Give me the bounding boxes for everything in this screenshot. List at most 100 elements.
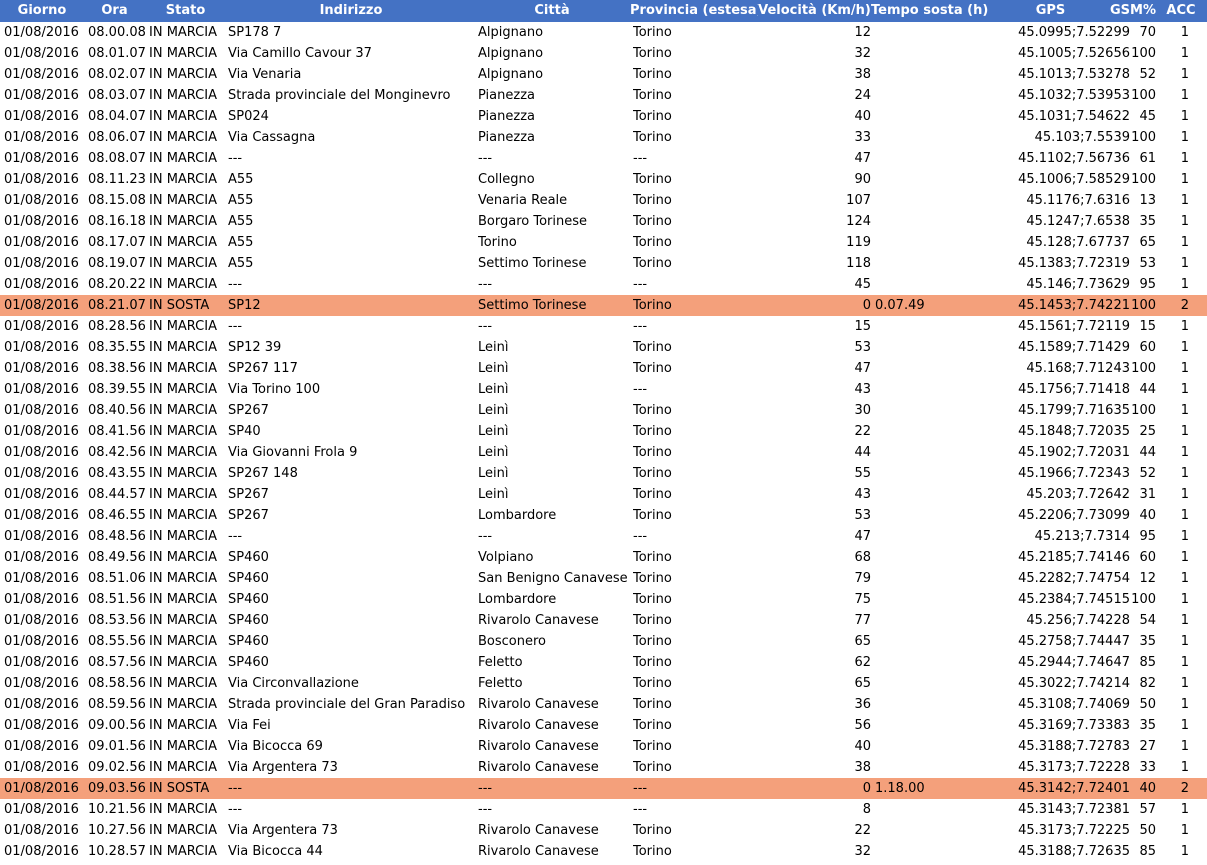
cell-tempo-sosta[interactable] — [875, 484, 985, 505]
cell-indirizzo[interactable]: Via Argentera 73 — [228, 820, 474, 841]
cell-tempo-sosta[interactable] — [875, 379, 985, 400]
table-row[interactable]: 01/08/2016 08.28.56 IN MARCIA --- --- --- 15 45… — [0, 316, 1207, 337]
cell-citta[interactable]: Rivarolo Canavese — [478, 610, 630, 631]
cell-ora[interactable]: 08.55.56 — [88, 631, 145, 652]
cell-citta[interactable]: Pianezza — [478, 106, 630, 127]
table-row[interactable]: 01/08/2016 08.06.07 IN MARCIA Via Cassagna P… — [0, 127, 1207, 148]
cell-stato[interactable]: IN MARCIA — [149, 22, 225, 43]
cell-velocita[interactable]: 44 — [756, 442, 871, 463]
cell-tempo-sosta[interactable] — [875, 127, 985, 148]
cell-acc[interactable]: 1 — [1160, 463, 1189, 484]
cell-acc[interactable]: 1 — [1160, 673, 1189, 694]
cell-citta[interactable]: Venaria Reale — [478, 190, 630, 211]
cell-acc[interactable]: 1 — [1160, 232, 1189, 253]
cell-acc[interactable]: 1 — [1160, 757, 1189, 778]
cell-stato[interactable]: IN MARCIA — [149, 400, 225, 421]
cell-gsm[interactable]: 13 — [1100, 190, 1156, 211]
cell-citta[interactable]: Settimo Torinese — [478, 253, 630, 274]
cell-provincia[interactable]: --- — [633, 526, 755, 547]
cell-citta[interactable]: Volpiano — [478, 547, 630, 568]
cell-tempo-sosta[interactable] — [875, 169, 985, 190]
cell-giorno[interactable]: 01/08/2016 — [4, 757, 84, 778]
table-row[interactable]: 01/08/2016 08.40.56 IN MARCIA SP267 Leinì Tor… — [0, 400, 1207, 421]
cell-velocita[interactable]: 33 — [756, 127, 871, 148]
cell-ora[interactable]: 08.08.07 — [88, 148, 145, 169]
cell-velocita[interactable]: 24 — [756, 85, 871, 106]
cell-ora[interactable]: 08.38.56 — [88, 358, 145, 379]
cell-acc[interactable]: 1 — [1160, 442, 1189, 463]
cell-indirizzo[interactable]: SP460 — [228, 652, 474, 673]
cell-acc[interactable]: 1 — [1160, 169, 1189, 190]
cell-provincia[interactable]: Torino — [633, 211, 755, 232]
cell-provincia[interactable]: Torino — [633, 463, 755, 484]
cell-gsm[interactable]: 60 — [1100, 337, 1156, 358]
cell-tempo-sosta[interactable] — [875, 505, 985, 526]
cell-provincia[interactable]: Torino — [633, 631, 755, 652]
cell-provincia[interactable]: Torino — [633, 505, 755, 526]
cell-acc[interactable]: 1 — [1160, 547, 1189, 568]
cell-stato[interactable]: IN MARCIA — [149, 715, 225, 736]
cell-acc[interactable]: 1 — [1160, 85, 1189, 106]
cell-indirizzo[interactable]: SP024 — [228, 106, 474, 127]
table-row[interactable]: 01/08/2016 09.00.56 IN MARCIA Via Fei Rivaro… — [0, 715, 1207, 736]
cell-tempo-sosta[interactable] — [875, 64, 985, 85]
cell-indirizzo[interactable]: A55 — [228, 169, 474, 190]
cell-citta[interactable]: Leinì — [478, 463, 630, 484]
cell-tempo-sosta[interactable] — [875, 190, 985, 211]
cell-acc[interactable]: 1 — [1160, 358, 1189, 379]
cell-indirizzo[interactable]: --- — [228, 526, 474, 547]
cell-stato[interactable]: IN MARCIA — [149, 757, 225, 778]
cell-giorno[interactable]: 01/08/2016 — [4, 295, 84, 316]
cell-ora[interactable]: 08.35.55 — [88, 337, 145, 358]
cell-provincia[interactable]: --- — [633, 799, 755, 820]
cell-acc[interactable]: 1 — [1160, 274, 1189, 295]
cell-tempo-sosta[interactable]: 1.18.00 — [875, 778, 985, 799]
cell-ora[interactable]: 08.06.07 — [88, 127, 145, 148]
cell-citta[interactable]: Rivarolo Canavese — [478, 841, 630, 862]
cell-ora[interactable]: 08.58.56 — [88, 673, 145, 694]
cell-ora[interactable]: 08.02.07 — [88, 64, 145, 85]
cell-velocita[interactable]: 12 — [756, 22, 871, 43]
cell-gsm[interactable]: 35 — [1100, 631, 1156, 652]
cell-velocita[interactable]: 22 — [756, 421, 871, 442]
cell-stato[interactable]: IN MARCIA — [149, 610, 225, 631]
cell-gsm[interactable]: 44 — [1100, 442, 1156, 463]
cell-gsm[interactable]: 95 — [1100, 274, 1156, 295]
cell-ora[interactable]: 08.03.07 — [88, 85, 145, 106]
cell-velocita[interactable]: 62 — [756, 652, 871, 673]
cell-gsm[interactable]: 35 — [1100, 211, 1156, 232]
cell-indirizzo[interactable]: SP40 — [228, 421, 474, 442]
cell-provincia[interactable]: Torino — [633, 715, 755, 736]
cell-acc[interactable]: 1 — [1160, 652, 1189, 673]
table-row[interactable]: 01/08/2016 08.15.08 IN MARCIA A55 Venaria Re… — [0, 190, 1207, 211]
cell-ora[interactable]: 09.00.56 — [88, 715, 145, 736]
cell-provincia[interactable]: Torino — [633, 43, 755, 64]
cell-stato[interactable]: IN MARCIA — [149, 211, 225, 232]
column-header-ora[interactable]: Ora — [86, 0, 143, 22]
cell-acc[interactable]: 1 — [1160, 43, 1189, 64]
cell-ora[interactable]: 08.59.56 — [88, 694, 145, 715]
cell-giorno[interactable]: 01/08/2016 — [4, 589, 84, 610]
cell-indirizzo[interactable]: Via Bicocca 44 — [228, 841, 474, 862]
cell-velocita[interactable]: 30 — [756, 400, 871, 421]
cell-ora[interactable]: 08.49.56 — [88, 547, 145, 568]
cell-tempo-sosta[interactable] — [875, 589, 985, 610]
cell-indirizzo[interactable]: --- — [228, 799, 474, 820]
cell-giorno[interactable]: 01/08/2016 — [4, 316, 84, 337]
cell-provincia[interactable]: --- — [633, 274, 755, 295]
cell-gsm[interactable]: 54 — [1100, 610, 1156, 631]
cell-velocita[interactable]: 22 — [756, 820, 871, 841]
cell-citta[interactable]: Lombardore — [478, 589, 630, 610]
table-row[interactable]: 01/08/2016 08.48.56 IN MARCIA --- --- --- 47 45… — [0, 526, 1207, 547]
cell-acc[interactable]: 1 — [1160, 400, 1189, 421]
cell-citta[interactable]: Alpignano — [478, 43, 630, 64]
cell-gsm[interactable]: 85 — [1100, 841, 1156, 862]
cell-tempo-sosta[interactable] — [875, 841, 985, 862]
cell-stato[interactable]: IN MARCIA — [149, 463, 225, 484]
cell-stato[interactable]: IN MARCIA — [149, 127, 225, 148]
cell-ora[interactable]: 08.44.57 — [88, 484, 145, 505]
cell-provincia[interactable]: Torino — [633, 736, 755, 757]
cell-velocita[interactable]: 90 — [756, 169, 871, 190]
cell-gsm[interactable]: 100 — [1100, 85, 1156, 106]
cell-indirizzo[interactable]: A55 — [228, 190, 474, 211]
